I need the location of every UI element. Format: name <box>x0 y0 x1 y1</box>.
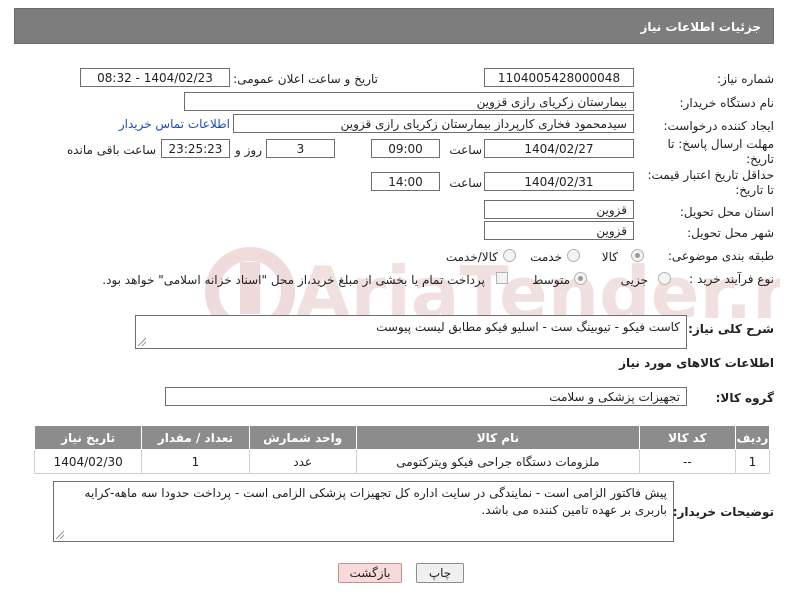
goods-group-label: گروه کالا: <box>715 391 774 405</box>
remaining-time-field[interactable]: 23:25:23 <box>161 139 230 158</box>
requester-label: ایجاد کننده درخواست: <box>663 119 774 133</box>
category-radio-service[interactable] <box>567 249 580 262</box>
category-radio-goods-service[interactable] <box>503 249 516 262</box>
reply-deadline-date-field[interactable]: 1404/02/27 <box>484 139 634 158</box>
delivery-city-field[interactable]: قزوین <box>484 221 634 240</box>
cell-goods-code: -- <box>639 449 736 474</box>
buyer-notes-field[interactable]: پیش فاکتور الزامی است - نمایندگی در سایت… <box>53 481 674 542</box>
goods-group-field[interactable]: تجهیزات پزشکی و سلامت <box>165 387 687 406</box>
treasury-payment-checkbox[interactable] <box>496 272 508 284</box>
category-option-service: خدمت <box>530 250 562 264</box>
reply-deadline-time-field[interactable]: 09:00 <box>371 139 440 158</box>
price-validity-label-2: تا تاریخ: <box>735 183 774 197</box>
reply-deadline-label-1: مهلت ارسال پاسخ: تا <box>667 137 774 151</box>
delivery-province-label: استان محل تحویل: <box>679 205 774 219</box>
category-option-goods: کالا <box>601 250 618 264</box>
table-row[interactable]: 1 -- ملزومات دستگاه جراحی فیکو ویترکتومی… <box>33 449 771 474</box>
purchase-type-option-medium: متوسط <box>532 273 570 287</box>
cell-need-date: 1404/02/30 <box>33 449 143 474</box>
price-validity-date-field[interactable]: 1404/02/31 <box>484 172 634 191</box>
price-validity-time-field[interactable]: 14:00 <box>371 172 440 191</box>
category-option-goods-service: کالا/خدمت <box>445 250 498 264</box>
purchase-type-radio-medium[interactable] <box>574 272 587 285</box>
remaining-time-label: ساعت باقی مانده <box>66 143 156 157</box>
resize-grip-icon[interactable] <box>56 531 64 539</box>
print-button[interactable]: چاپ <box>416 563 464 583</box>
buyer-notes-label: توضیحات خریدار: <box>672 505 774 519</box>
back-button[interactable]: بازگشت <box>338 563 402 583</box>
col-need-date: تاریخ نیاز <box>33 425 143 450</box>
cell-row-number: 1 <box>734 449 771 474</box>
buyer-contact-link[interactable]: اطلاعات تماس خریدار <box>119 117 230 131</box>
goods-section-title: اطلاعات کالاهای مورد نیاز <box>619 356 774 370</box>
buyer-notes-text: پیش فاکتور الزامی است - نمایندگی در سایت… <box>84 486 667 517</box>
description-field[interactable]: کاست فیکو - تیوبینگ ست - اسلیو فیکو مطاب… <box>135 315 687 349</box>
need-number-field[interactable]: 1104005428000048 <box>484 68 634 87</box>
treasury-payment-note: پرداخت تمام یا بخشی از مبلغ خرید،از محل … <box>102 273 485 287</box>
price-validity-label-1: حداقل تاریخ اعتبار قیمت: <box>647 168 774 182</box>
announce-datetime-field[interactable]: 1404/02/23 - 08:32 <box>80 68 230 87</box>
goods-table: ردیف کد کالا نام کالا واحد شمارش تعداد /… <box>33 425 771 474</box>
goods-table-header: ردیف کد کالا نام کالا واحد شمارش تعداد /… <box>33 425 771 450</box>
cell-quantity: 1 <box>141 449 250 474</box>
watermark-bar <box>240 262 260 314</box>
need-number-label: شماره نیاز: <box>717 72 774 86</box>
purchase-type-radio-minor[interactable] <box>658 272 671 285</box>
price-validity-time-label: ساعت <box>449 176 482 190</box>
reply-deadline-label-2: تاریخ: <box>746 152 774 166</box>
category-radio-goods[interactable] <box>631 249 644 262</box>
description-label: شرح کلی نیاز: <box>688 322 774 336</box>
resize-grip-icon[interactable] <box>138 338 146 346</box>
remaining-days-field[interactable]: 3 <box>266 139 335 158</box>
reply-deadline-time-label: ساعت <box>449 143 482 157</box>
purchase-type-option-minor: جزیی <box>620 273 648 287</box>
col-unit: واحد شمارش <box>248 425 357 450</box>
delivery-province-field[interactable]: قزوین <box>484 200 634 219</box>
cell-unit: عدد <box>248 449 357 474</box>
col-goods-name: نام کالا <box>355 425 641 450</box>
page-header: جزئیات اطلاعات نیاز <box>14 8 774 44</box>
announce-datetime-label: تاریخ و ساعت اعلان عمومی: <box>233 72 378 86</box>
col-goods-code: کد کالا <box>639 425 736 450</box>
remaining-days-label: روز و <box>235 143 262 157</box>
delivery-city-label: شهر محل تحویل: <box>687 226 774 240</box>
cell-goods-name: ملزومات دستگاه جراحی فیکو ویترکتومی <box>355 449 641 474</box>
description-text: کاست فیکو - تیوبینگ ست - اسلیو فیکو مطاب… <box>376 320 680 334</box>
buyer-org-label: نام دستگاه خریدار: <box>679 96 775 110</box>
col-quantity: تعداد / مقدار <box>141 425 250 450</box>
purchase-type-label: نوع فرآیند خرید : <box>689 272 774 286</box>
category-label: طبقه بندی موضوعی: <box>667 249 774 263</box>
col-row-number: ردیف <box>734 425 771 450</box>
buyer-org-field[interactable]: بیمارستان زکریای رازی قزوین <box>184 92 634 111</box>
page-title: جزئیات اطلاعات نیاز <box>640 20 761 34</box>
requester-field[interactable]: سیدمحمود فخاری کارپرداز بیمارستان زکریای… <box>233 114 634 133</box>
